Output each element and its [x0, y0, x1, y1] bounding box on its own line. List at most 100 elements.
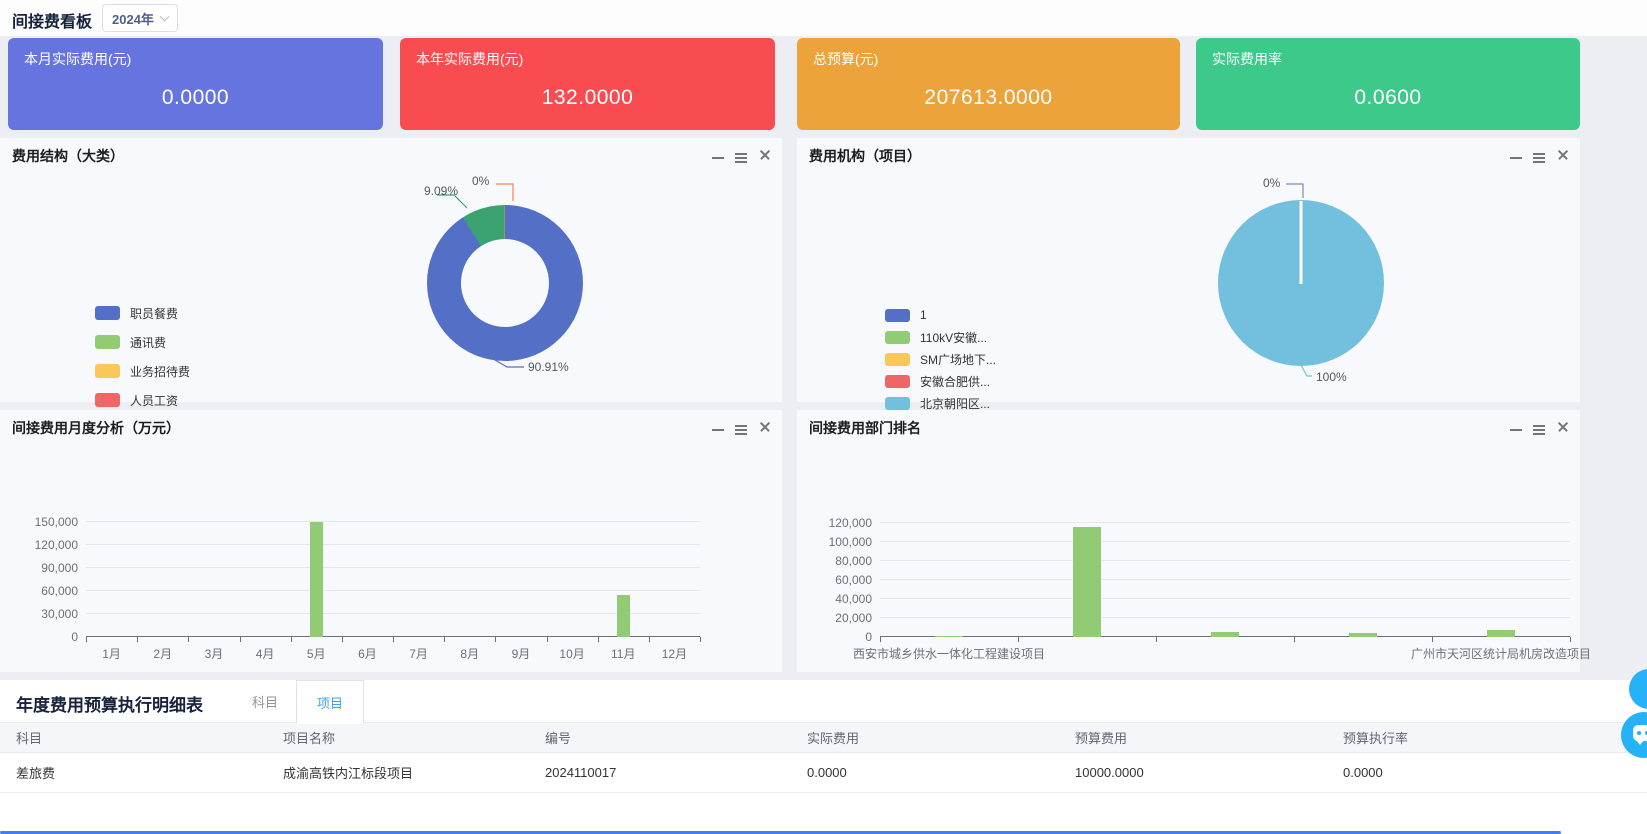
- y-axis-tick-label: 60,000: [0, 584, 78, 598]
- legend-marker: [95, 306, 120, 320]
- table-row[interactable]: 差旅费成渝高铁内江标段项目20241100170.000010000.00000…: [0, 753, 1647, 793]
- table-cell: 成渝高铁内江标段项目: [267, 763, 529, 782]
- gridline: [86, 613, 700, 614]
- menu-icon[interactable]: [735, 153, 747, 155]
- panel-cost-structure: 费用结构（大类） 职员餐费通讯费业务招待费人员工资福利费工程保险费消防设施费 ▲…: [0, 138, 782, 402]
- tab-subject[interactable]: 科目: [234, 680, 296, 723]
- legend-item[interactable]: 职员餐费: [95, 306, 190, 320]
- legend-label: 110kV安徽...: [920, 329, 987, 346]
- legend-label: 1: [920, 308, 927, 322]
- menu-icon[interactable]: [735, 425, 747, 427]
- y-axis-tick-label: 60,000: [797, 573, 872, 587]
- donut-chart[interactable]: [427, 205, 583, 361]
- legend-item[interactable]: 安徽合肥供...: [885, 374, 996, 388]
- close-icon[interactable]: [758, 420, 772, 434]
- bar[interactable]: [935, 636, 963, 637]
- legend-item[interactable]: 110kV安徽...: [885, 330, 996, 344]
- panel-title: 费用机构（项目）: [809, 146, 921, 166]
- panel-cost-org: 费用机构（项目） 1110kV安徽...SM广场地下...安徽合肥供...北京朝…: [797, 138, 1580, 402]
- bar[interactable]: [1211, 632, 1239, 637]
- x-axis-category-label: 广州市天河区统计局机房改造项目: [1366, 645, 1636, 662]
- legend-marker: [95, 393, 120, 407]
- legend-item[interactable]: 通讯费: [95, 335, 190, 349]
- panel-title: 间接费用月度分析（万元）: [12, 418, 180, 438]
- x-axis-tick: [598, 637, 599, 642]
- x-axis-category-label: 西安市城乡供水一体化工程建设项目: [814, 645, 1084, 662]
- close-icon[interactable]: [1556, 420, 1570, 434]
- pie-slice-label: 9.09%: [424, 184, 458, 198]
- table-cell: 0.0000: [1327, 765, 1647, 780]
- year-select[interactable]: 2024年: [102, 4, 178, 32]
- kpi-value: 207613.0000: [797, 86, 1180, 110]
- close-icon[interactable]: [1556, 148, 1570, 162]
- year-select-value: 2024年: [112, 9, 154, 28]
- bar-chart-plot-area: [86, 522, 700, 637]
- kpi-label: 实际费用率: [1212, 49, 1282, 69]
- y-axis-tick-label: 120,000: [797, 516, 872, 530]
- kpi-label: 本月实际费用(元): [24, 49, 131, 69]
- kpi-label: 总预算(元): [813, 49, 878, 69]
- table-cell: 10000.0000: [1059, 765, 1327, 780]
- table-header-cell: 科目: [0, 728, 267, 747]
- y-axis-tick-label: 30,000: [0, 607, 78, 621]
- table-header-cell: 实际费用: [791, 728, 1059, 747]
- table-title: 年度费用预算执行明细表: [16, 691, 203, 716]
- panel-dept-ranking: 间接费用部门排名 020,00040,00060,00080,000100,00…: [797, 410, 1580, 672]
- page-title: 间接费看板: [12, 8, 92, 32]
- collapse-icon[interactable]: [712, 429, 724, 431]
- bar[interactable]: [1073, 527, 1101, 637]
- x-axis-tick: [880, 637, 881, 642]
- table-header-cell: 项目名称: [267, 728, 529, 747]
- kpi-card-month-actual: 本月实际费用(元) 0.0000: [8, 38, 383, 130]
- legend-label: 通讯费: [130, 334, 166, 351]
- close-icon[interactable]: [758, 148, 772, 162]
- chat-bubble-icon: [1633, 725, 1647, 741]
- pie-chart[interactable]: [1218, 200, 1384, 366]
- legend-item[interactable]: SM广场地下...: [885, 352, 996, 366]
- pie-slice-label: 0%: [1263, 176, 1280, 190]
- gridline: [880, 579, 1570, 580]
- gridline: [880, 598, 1570, 599]
- legend-marker: [885, 353, 910, 366]
- y-axis-tick-label: 80,000: [797, 554, 872, 568]
- x-axis-tick: [1294, 637, 1295, 642]
- legend-item[interactable]: 1: [885, 308, 996, 322]
- table-header-cell: 编号: [529, 728, 791, 747]
- collapse-icon[interactable]: [1510, 157, 1522, 159]
- legend-item[interactable]: 业务招待费: [95, 364, 190, 378]
- x-axis-tick: [1018, 637, 1019, 642]
- legend-marker: [885, 309, 910, 322]
- collapse-icon[interactable]: [712, 157, 724, 159]
- table-header-row: 科目项目名称编号实际费用预算费用预算执行率: [0, 722, 1647, 753]
- x-axis-tick: [291, 637, 292, 642]
- bar[interactable]: [1349, 633, 1377, 637]
- legend-label: 人员工资: [130, 392, 178, 409]
- collapse-icon[interactable]: [1510, 429, 1522, 431]
- gridline: [86, 567, 700, 568]
- menu-icon[interactable]: [1533, 153, 1545, 155]
- bar[interactable]: [1487, 630, 1515, 637]
- x-axis-tick: [547, 637, 548, 642]
- kpi-card-total-budget: 总预算(元) 207613.0000: [797, 38, 1180, 130]
- pie-slice-label: 0%: [472, 174, 489, 188]
- table-tabs: 科目 项目: [234, 680, 364, 723]
- legend-label: SM广场地下...: [920, 351, 996, 368]
- legend-item[interactable]: 北京朝阳区...: [885, 396, 996, 410]
- menu-icon[interactable]: [1533, 425, 1545, 427]
- x-axis-tick: [1570, 637, 1571, 642]
- table-cell: 0.0000: [791, 765, 1059, 780]
- legend-marker: [885, 397, 910, 410]
- pie-slice-label: 90.91%: [528, 360, 569, 374]
- y-axis-tick-label: 90,000: [0, 561, 78, 575]
- x-axis-tick: [1432, 637, 1433, 642]
- x-axis-tick: [1156, 637, 1157, 642]
- gridline: [880, 541, 1570, 542]
- kpi-value: 132.0000: [400, 86, 775, 110]
- kpi-label: 本年实际费用(元): [416, 49, 523, 69]
- tab-project[interactable]: 项目: [296, 680, 364, 724]
- legend-item[interactable]: 人员工资: [95, 393, 190, 407]
- bar[interactable]: [617, 595, 630, 637]
- panel-monthly-analysis: 间接费用月度分析（万元） 030,00060,00090,000120,0001…: [0, 410, 782, 672]
- bar[interactable]: [310, 522, 323, 637]
- x-axis-tick: [495, 637, 496, 642]
